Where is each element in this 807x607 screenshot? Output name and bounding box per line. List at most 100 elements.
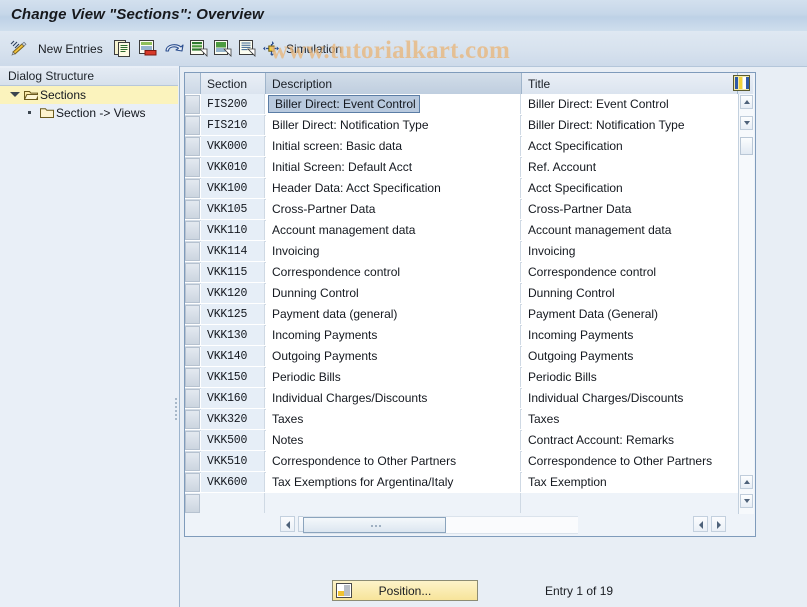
column-header-title[interactable]: Title [522,73,738,94]
cell-description[interactable]: Payment data (general) [266,304,521,324]
cell-description[interactable]: Correspondence control [266,262,521,282]
table-row[interactable]: VKK130 Incoming Payments Incoming Payments [185,325,738,347]
sidebar-item-section-views[interactable]: Section -> Views [0,104,178,122]
table-row[interactable]: VKK160 Individual Charges/Discounts Indivi… [185,388,738,410]
table-row[interactable]: VKK120 Dunning Control Dunning Control [185,283,738,305]
table-settings-icon[interactable] [733,75,750,91]
cell-section[interactable]: VKK114 [201,241,265,261]
hscroll-thumb[interactable] [303,517,446,533]
cell-title[interactable]: Dunning Control [522,283,738,303]
cell-section[interactable]: VKK500 [201,430,265,450]
panel-resize-handle[interactable] [174,396,178,422]
row-select-box[interactable] [185,158,200,177]
row-select-box[interactable] [185,284,200,303]
cell-title[interactable]: Outgoing Payments [522,346,738,366]
cell-title[interactable]: Correspondence control [522,262,738,282]
hscroll-left-button[interactable] [280,516,295,532]
cell-title[interactable]: Contract Account: Remarks [522,430,738,450]
chevron-down-icon[interactable] [10,92,20,97]
cell-description[interactable]: Dunning Control [266,283,521,303]
cell-description[interactable]: Account management data [266,220,521,240]
cell-description[interactable]: Periodic Bills [266,367,521,387]
cell-title[interactable]: Periodic Bills [522,367,738,387]
row-select-box[interactable] [185,452,200,471]
row-select-box[interactable] [185,431,200,450]
table-row[interactable]: VKK010 Initial Screen: Default Acct Ref. A… [185,157,738,179]
row-select-box[interactable] [185,410,200,429]
cell-description[interactable]: Invoicing [266,241,521,261]
row-select-box[interactable] [185,221,200,240]
table-row[interactable]: VKK110 Account management data Account man… [185,220,738,242]
change-display-button[interactable] [10,31,30,66]
table-row[interactable]: VKK600 Tax Exemptions for Argentina/Italy… [185,472,738,494]
cell-section[interactable]: VKK160 [201,388,265,408]
cell-section[interactable]: FIS200 [201,94,265,114]
table-row[interactable]: VKK114 Invoicing Invoicing [185,241,738,263]
table-row[interactable]: VKK115 Correspondence control Corresponden… [185,262,738,284]
scroll-page-down-button[interactable] [740,494,753,508]
cell-description[interactable]: Tax Exemptions for Argentina/Italy [266,472,521,492]
select-all-column-header[interactable] [185,73,201,94]
cell-section[interactable]: VKK320 [201,409,265,429]
cell-description[interactable]: Header Data: Acct Specification [266,178,521,198]
cell-title[interactable]: Cross-Partner Data [522,199,738,219]
cell-section[interactable]: VKK120 [201,283,265,303]
cell-description[interactable]: Initial screen: Basic data [266,136,521,156]
sidebar-item-sections[interactable]: Sections [0,86,178,104]
row-select-box[interactable] [185,200,200,219]
cell-section[interactable]: VKK115 [201,262,265,282]
row-select-box[interactable] [185,494,200,513]
cell-title[interactable]: Tax Exemption [522,472,738,492]
cell-title[interactable]: Account management data [522,220,738,240]
table-vertical-scrollbar[interactable] [738,94,754,514]
cell-description[interactable]: Individual Charges/Discounts [266,388,521,408]
row-select-box[interactable] [185,368,200,387]
cell-section[interactable]: VKK510 [201,451,265,471]
cell-description[interactable]: Biller Direct: Event Control [266,94,521,114]
cell-title[interactable]: Individual Charges/Discounts [522,388,738,408]
scroll-up-button[interactable] [740,95,753,109]
cell-title[interactable]: Payment Data (General) [522,304,738,324]
table-row[interactable]: VKK105 Cross-Partner Data Cross-Partner Da… [185,199,738,221]
cell-section[interactable]: VKK140 [201,346,265,366]
row-select-box[interactable] [185,389,200,408]
delete-button[interactable] [139,31,158,66]
row-select-box[interactable] [185,137,200,156]
select-block-button[interactable] [239,31,257,66]
cell-section[interactable]: VKK000 [201,136,265,156]
cell-title[interactable]: Acct Specification [522,178,738,198]
deselect-all-button[interactable] [214,31,232,66]
cell-description[interactable]: Incoming Payments [266,325,521,345]
column-header-section[interactable]: Section [201,73,266,94]
cell-section[interactable]: VKK600 [201,472,265,492]
cell-description[interactable]: Outgoing Payments [266,346,521,366]
cell-section[interactable]: VKK105 [201,199,265,219]
scroll-page-up-button[interactable] [740,475,753,489]
row-select-box[interactable] [185,326,200,345]
row-select-box[interactable] [185,179,200,198]
cell-description[interactable]: Initial Screen: Default Acct [266,157,521,177]
undo-button[interactable] [163,31,185,66]
cell-section[interactable]: VKK125 [201,304,265,324]
hscroll-page-left-button[interactable] [693,516,708,532]
row-select-box[interactable] [185,263,200,282]
table-row[interactable]: VKK140 Outgoing Payments Outgoing Payments [185,346,738,368]
hscroll-page-right-button[interactable] [711,516,726,532]
cell-title[interactable]: Taxes [522,409,738,429]
cell-title[interactable]: Invoicing [522,241,738,261]
scroll-down-button[interactable] [740,116,753,130]
row-select-box[interactable] [185,305,200,324]
table-row[interactable]: VKK320 Taxes Taxes [185,409,738,431]
position-button[interactable]: Position... [332,580,478,601]
cell-section[interactable]: FIS210 [201,115,265,135]
cell-section[interactable]: VKK100 [201,178,265,198]
table-row[interactable]: FIS210 Biller Direct: Notification Type Bi… [185,115,738,137]
table-row[interactable]: VKK100 Header Data: Acct Specification Acc… [185,178,738,200]
table-row[interactable]: VKK500 Notes Contract Account: Remarks [185,430,738,452]
cell-description[interactable]: Taxes [266,409,521,429]
table-row[interactable]: VKK510 Correspondence to Other Partners Co… [185,451,738,473]
cell-title[interactable]: Biller Direct: Notification Type [522,115,738,135]
row-select-box[interactable] [185,95,200,114]
table-horizontal-scrollbar[interactable] [303,516,578,534]
new-entries-button[interactable]: New Entries [38,31,103,66]
